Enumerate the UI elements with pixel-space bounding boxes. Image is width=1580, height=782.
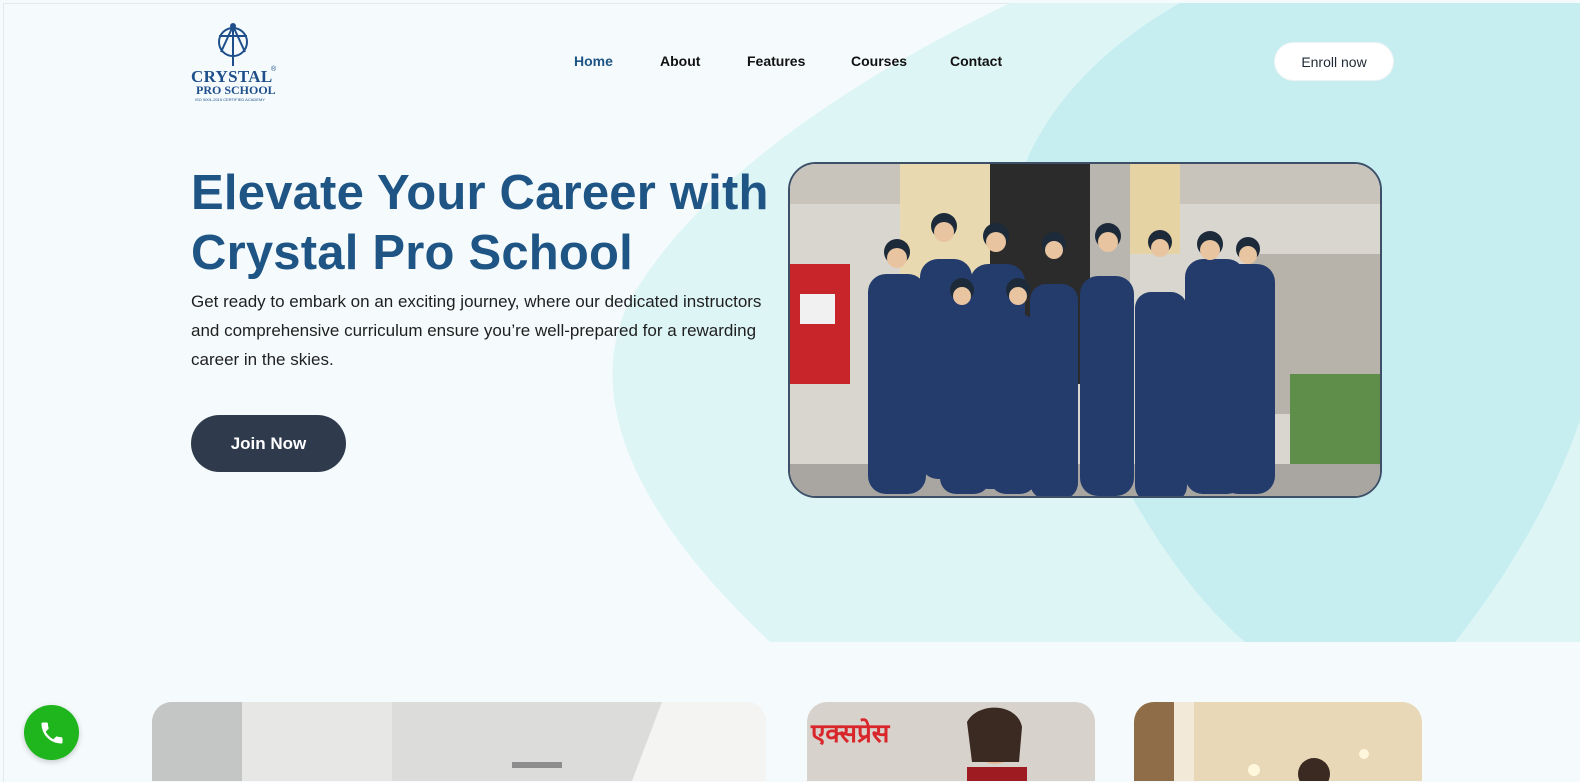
hero-title: Elevate Your Career with Crystal Pro Sch… — [191, 163, 811, 283]
express-event-photo: एक्सप्रेस — [807, 702, 1095, 781]
logo[interactable]: CRYSTAL ® PRO SCHOOL ISO 9001-2015 CERTI… — [191, 22, 281, 104]
hero-description: Get ready to embark on an exciting journ… — [191, 292, 762, 369]
nav-item-features[interactable]: Features — [747, 53, 805, 69]
logo-registered-mark: ® — [271, 66, 277, 73]
nav-item-home[interactable]: Home — [574, 53, 613, 69]
hero-title-line-1: Elevate Your Career with — [191, 166, 769, 220]
join-now-button[interactable]: Join Now — [191, 415, 346, 472]
express-sign: एक्सप्रेस — [810, 718, 891, 749]
gallery-card-2: एक्सप्रेस — [807, 702, 1095, 781]
lobby-photo — [1134, 702, 1422, 781]
classroom-photo — [152, 702, 766, 781]
phone-icon — [41, 722, 62, 743]
nav-item-contact[interactable]: Contact — [950, 53, 1002, 69]
hero-photo — [788, 162, 1382, 498]
enroll-now-button[interactable]: Enroll now — [1275, 43, 1393, 80]
hero-title-line-2: Crystal Pro School — [191, 226, 633, 280]
group-of-students-photo — [790, 164, 1380, 496]
call-button[interactable] — [24, 705, 79, 760]
nav-item-courses[interactable]: Courses — [851, 53, 907, 69]
compass-emblem-icon — [218, 23, 248, 66]
gallery-card-1 — [152, 702, 766, 781]
logo-subtitle: PRO SCHOOL — [196, 83, 276, 97]
gallery-card-3 — [1134, 702, 1422, 781]
nav-item-about[interactable]: About — [660, 53, 700, 69]
logo-tagline: ISO 9001-2015 CERTIFIED ACADEMY — [195, 97, 265, 102]
